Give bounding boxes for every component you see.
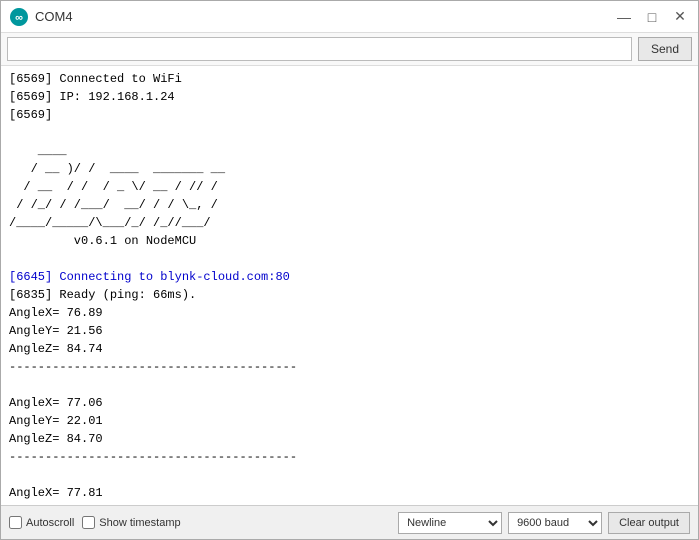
send-button[interactable]: Send bbox=[638, 37, 692, 61]
app-icon: ∞ bbox=[9, 7, 29, 27]
minimize-button[interactable]: — bbox=[614, 7, 634, 27]
autoscroll-label[interactable]: Autoscroll bbox=[9, 516, 74, 529]
status-left: Autoscroll Show timestamp bbox=[9, 516, 390, 529]
window-title: COM4 bbox=[35, 9, 614, 24]
status-bar: Autoscroll Show timestamp No line ending… bbox=[1, 505, 698, 539]
input-toolbar: Send bbox=[1, 33, 698, 66]
timestamp-checkbox[interactable] bbox=[82, 516, 95, 529]
serial-monitor-window: ∞ COM4 — □ ✕ Send [6569] Connected to Wi… bbox=[0, 0, 699, 540]
close-button[interactable]: ✕ bbox=[670, 7, 690, 27]
autoscroll-checkbox[interactable] bbox=[9, 516, 22, 529]
maximize-button[interactable]: □ bbox=[642, 7, 662, 27]
newline-dropdown[interactable]: No line ending Newline Carriage return B… bbox=[398, 512, 502, 534]
timestamp-label[interactable]: Show timestamp bbox=[82, 516, 180, 529]
window-controls: — □ ✕ bbox=[614, 7, 690, 27]
clear-output-button[interactable]: Clear output bbox=[608, 512, 690, 534]
serial-input[interactable] bbox=[7, 37, 632, 61]
title-bar: ∞ COM4 — □ ✕ bbox=[1, 1, 698, 33]
status-right: No line ending Newline Carriage return B… bbox=[398, 512, 690, 534]
baud-dropdown[interactable]: 300 baud 1200 baud 2400 baud 4800 baud 9… bbox=[508, 512, 602, 534]
output-area[interactable]: [6569] Connected to WiFi [6569] IP: 192.… bbox=[1, 66, 698, 505]
svg-text:∞: ∞ bbox=[15, 12, 23, 24]
